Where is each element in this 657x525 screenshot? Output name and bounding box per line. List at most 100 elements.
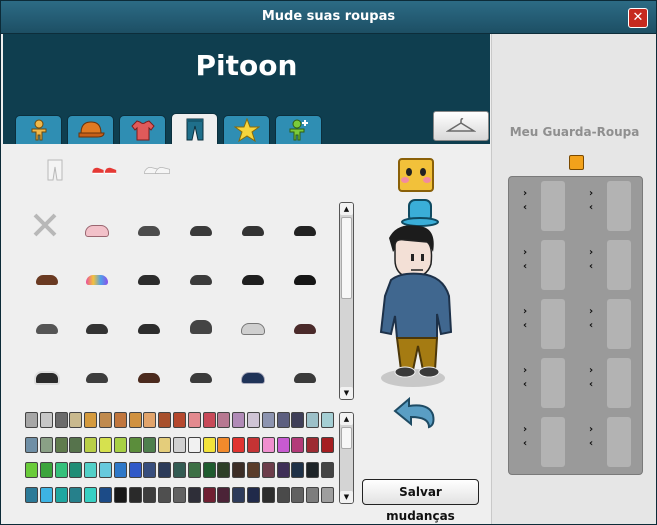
wardrobe-load-arrow[interactable]: › <box>589 248 593 258</box>
color-swatch[interactable] <box>247 412 260 428</box>
palette-scroll-thumb[interactable] <box>341 427 352 449</box>
shoe-item[interactable] <box>187 222 215 240</box>
color-swatch[interactable] <box>158 437 172 453</box>
color-swatch[interactable] <box>143 437 157 453</box>
shoe-item[interactable] <box>239 369 267 387</box>
shoe-item[interactable] <box>83 271 111 289</box>
color-swatch[interactable] <box>128 437 142 453</box>
shoe-item[interactable] <box>135 222 163 240</box>
color-swatch[interactable] <box>113 412 127 428</box>
shoe-item[interactable] <box>187 369 215 387</box>
color-swatch[interactable] <box>69 412 83 428</box>
color-swatch[interactable] <box>306 487 320 503</box>
color-swatch[interactable] <box>39 437 53 453</box>
wardrobe-slot[interactable] <box>607 181 631 231</box>
category-shoes[interactable] <box>91 161 119 179</box>
wardrobe-save-arrow[interactable]: ‹ <box>523 439 527 449</box>
palette-scroll-down-button[interactable]: ▼ <box>340 491 353 503</box>
wardrobe-slot[interactable] <box>607 358 631 408</box>
color-swatch[interactable] <box>84 462 98 478</box>
color-swatch[interactable] <box>99 437 112 453</box>
color-swatch[interactable] <box>39 487 53 503</box>
color-swatch[interactable] <box>25 412 38 428</box>
wardrobe-slot[interactable] <box>541 181 565 231</box>
color-swatch[interactable] <box>54 412 68 428</box>
wardrobe-save-arrow[interactable]: ‹ <box>589 262 593 272</box>
color-swatch[interactable] <box>99 462 112 478</box>
color-swatch[interactable] <box>25 437 38 453</box>
shoe-item[interactable] <box>291 369 319 387</box>
wardrobe-save-arrow[interactable]: ‹ <box>589 203 593 213</box>
color-swatch[interactable] <box>99 487 112 503</box>
color-swatch[interactable] <box>217 412 231 428</box>
scroll-up-button[interactable]: ▲ <box>340 203 353 215</box>
color-swatch[interactable] <box>143 487 157 503</box>
wardrobe-save-arrow[interactable]: ‹ <box>589 380 593 390</box>
wardrobe-save-arrow[interactable]: ‹ <box>523 380 527 390</box>
shoe-item[interactable] <box>135 369 163 387</box>
palette-scrollbar[interactable]: ▲ ▼ <box>339 412 354 504</box>
wardrobe-save-arrow[interactable]: ‹ <box>523 262 527 272</box>
shoe-item[interactable] <box>83 320 111 338</box>
shoe-item[interactable] <box>33 369 61 387</box>
color-swatch[interactable] <box>276 437 290 453</box>
tab-hat[interactable] <box>67 115 114 144</box>
wardrobe-slot[interactable] <box>607 299 631 349</box>
color-swatch[interactable] <box>217 437 231 453</box>
color-swatch[interactable] <box>69 487 83 503</box>
wardrobe-load-arrow[interactable]: › <box>523 248 527 258</box>
tab-favorites[interactable] <box>223 115 270 144</box>
color-swatch[interactable] <box>173 437 186 453</box>
color-swatch[interactable] <box>232 412 246 428</box>
color-swatch[interactable] <box>321 412 334 428</box>
color-swatch[interactable] <box>113 462 127 478</box>
color-swatch[interactable] <box>113 437 127 453</box>
color-swatch[interactable] <box>247 437 260 453</box>
palette-scroll-up-button[interactable]: ▲ <box>340 413 353 425</box>
wardrobe-save-arrow[interactable]: ‹ <box>589 321 593 331</box>
color-swatch[interactable] <box>69 462 83 478</box>
color-swatch[interactable] <box>84 437 98 453</box>
wardrobe-save-arrow[interactable]: ‹ <box>523 203 527 213</box>
color-swatch[interactable] <box>247 462 260 478</box>
color-swatch[interactable] <box>158 487 172 503</box>
color-swatch[interactable] <box>54 487 68 503</box>
color-swatch[interactable] <box>128 412 142 428</box>
color-swatch[interactable] <box>128 487 142 503</box>
color-swatch[interactable] <box>187 462 201 478</box>
color-swatch[interactable] <box>232 462 246 478</box>
scroll-thumb[interactable] <box>341 217 352 299</box>
color-swatch[interactable] <box>306 437 320 453</box>
tab-body[interactable] <box>15 115 62 144</box>
wardrobe-load-arrow[interactable]: › <box>523 366 527 376</box>
items-scrollbar[interactable]: ▲ ▼ <box>339 202 354 400</box>
color-swatch[interactable] <box>232 437 246 453</box>
wardrobe-load-arrow[interactable]: › <box>523 307 527 317</box>
category-belt[interactable] <box>143 161 171 179</box>
color-swatch[interactable] <box>84 487 98 503</box>
shoe-item[interactable] <box>291 320 319 338</box>
wardrobe-load-arrow[interactable]: › <box>589 425 593 435</box>
wardrobe-button[interactable] <box>433 111 489 141</box>
wardrobe-slot[interactable] <box>541 299 565 349</box>
category-pants[interactable] <box>41 159 69 181</box>
title-bar[interactable]: Mude suas roupas ✕ <box>1 1 656 34</box>
color-swatch[interactable] <box>276 412 290 428</box>
remove-item[interactable] <box>31 213 59 237</box>
color-swatch[interactable] <box>261 462 275 478</box>
rotate-avatar-button[interactable] <box>389 393 439 429</box>
scroll-down-button[interactable]: ▼ <box>340 387 353 399</box>
color-swatch[interactable] <box>306 412 320 428</box>
color-swatch[interactable] <box>143 462 157 478</box>
shoe-item[interactable] <box>291 271 319 289</box>
color-swatch[interactable] <box>39 412 53 428</box>
shoe-item[interactable] <box>83 222 111 240</box>
color-swatch[interactable] <box>321 462 334 478</box>
wardrobe-slot[interactable] <box>541 358 565 408</box>
shoe-item[interactable] <box>239 320 267 338</box>
color-swatch[interactable] <box>173 487 186 503</box>
wardrobe-slot[interactable] <box>607 417 631 467</box>
shoe-item[interactable] <box>239 271 267 289</box>
color-swatch[interactable] <box>291 412 305 428</box>
color-swatch[interactable] <box>291 437 305 453</box>
